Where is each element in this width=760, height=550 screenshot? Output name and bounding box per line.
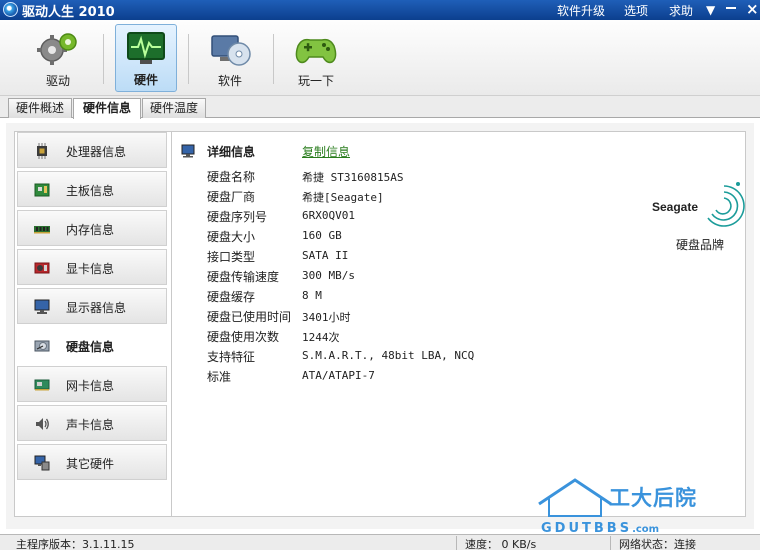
gears-icon — [37, 33, 77, 65]
menu-software-upgrade[interactable]: 软件升级 — [557, 2, 605, 19]
software-disc-icon — [211, 35, 251, 66]
detail-value: 1244次 — [302, 331, 340, 344]
detail-label: 硬盘缓存 — [207, 290, 256, 304]
sidebar-item-sound[interactable]: 声卡信息 — [17, 405, 167, 441]
display-icon — [34, 299, 50, 314]
detail-label: 硬盘传输速度 — [207, 270, 280, 284]
detail-label: 硬盘已使用时间 — [207, 310, 292, 324]
memory-icon — [34, 226, 50, 234]
detail-value: S.M.A.R.T., 48bit LBA, NCQ — [302, 349, 475, 362]
detail-label: 硬盘使用次数 — [207, 330, 280, 344]
detail-label: 硬盘大小 — [207, 230, 256, 244]
toolbar-driver-label: 驱动 — [45, 74, 70, 88]
status-divider — [456, 536, 457, 550]
status-bar: 主程序版本：3.1.11.15 速度： 0 KB/s 网络状态：连接 — [0, 534, 760, 550]
toolbar-software-label: 软件 — [217, 74, 242, 88]
tab-hardware-info[interactable]: 硬件信息 — [73, 98, 141, 119]
sidebar-item-label: 硬盘信息 — [66, 340, 115, 354]
minimize-icon[interactable] — [726, 7, 736, 9]
hard-disk-icon — [34, 340, 50, 352]
toolbar-software-button[interactable]: 软件 — [199, 24, 261, 92]
monitor-pulse-icon — [127, 32, 165, 64]
network-card-icon — [34, 379, 50, 391]
detail-panel: 详细信息 复制信息 硬盘名称 希捷 ST3160815AS 硬盘厂商 希捷[Se… — [172, 131, 746, 517]
status-version: 主程序版本：3.1.11.15 — [16, 538, 135, 550]
app-logo-icon — [3, 2, 18, 17]
toolbar-games-label: 玩一下 — [297, 74, 334, 88]
toolbar-driver-button[interactable]: 驱动 — [27, 24, 89, 92]
detail-label: 硬盘厂商 — [207, 190, 256, 204]
detail-label: 硬盘序列号 — [207, 210, 268, 224]
tab-hardware-temperature[interactable]: 硬件温度 — [142, 98, 206, 118]
detail-value: 160 GB — [302, 229, 342, 242]
dropdown-arrow-icon[interactable]: ▼ — [706, 3, 715, 17]
detail-title: 详细信息 — [207, 145, 256, 159]
sidebar-item-label: 显卡信息 — [66, 262, 115, 276]
detail-value: ATA/ATAPI-7 — [302, 369, 375, 382]
menu-options[interactable]: 选项 — [624, 2, 648, 19]
brand-caption: 硬盘品牌 — [676, 238, 725, 252]
main-content: 处理器信息 主板信息 内存信息 显卡信息 显示器信息 硬盘信息 网卡信息 声卡信… — [6, 123, 754, 529]
app-title: 驱动人生 2010 — [22, 5, 115, 20]
close-icon[interactable]: × — [746, 0, 759, 18]
detail-label: 支持特征 — [207, 350, 256, 364]
status-divider — [610, 536, 611, 550]
tab-hardware-overview[interactable]: 硬件概述 — [8, 98, 72, 118]
detail-value: 希捷 ST3160815AS — [302, 171, 404, 184]
detail-value: 8 M — [302, 289, 322, 302]
sidebar-item-cpu[interactable]: 处理器信息 — [17, 132, 167, 168]
toolbar-divider — [273, 34, 274, 84]
sidebar-item-label: 其它硬件 — [66, 457, 115, 471]
detail-value: SATA II — [302, 249, 349, 262]
seagate-logo-icon: Seagate — [652, 182, 745, 227]
main-toolbar: 驱动 硬件 软件 玩一下 — [0, 20, 760, 96]
computer-icon — [181, 144, 195, 158]
sidebar-item-memory[interactable]: 内存信息 — [17, 210, 167, 246]
toolbar-hardware-button[interactable]: 硬件 — [115, 24, 177, 92]
toolbar-hardware-label: 硬件 — [133, 73, 158, 87]
cpu-icon — [37, 143, 47, 159]
sidebar-item-graphics[interactable]: 显卡信息 — [17, 249, 167, 285]
toolbar-divider — [103, 34, 104, 84]
status-network: 网络状态：连接 — [619, 538, 696, 550]
toolbar-divider — [188, 34, 189, 84]
speaker-icon — [36, 418, 49, 430]
detail-value: 300 MB/s — [302, 269, 355, 282]
detail-value: 希捷[Seagate] — [302, 191, 384, 204]
title-bar[interactable]: 驱动人生 2010 软件升级 选项 求助 ▼ × — [0, 0, 760, 20]
sidebar-item-other[interactable]: 其它硬件 — [17, 444, 167, 480]
gamepad-icon — [295, 38, 337, 64]
brand-logo: Seagate — [650, 178, 746, 234]
sidebar-item-label: 处理器信息 — [66, 145, 127, 159]
detail-label: 硬盘名称 — [207, 170, 256, 184]
sidebar-item-network[interactable]: 网卡信息 — [17, 366, 167, 402]
sidebar-item-motherboard[interactable]: 主板信息 — [17, 171, 167, 207]
hardware-category-list: 处理器信息 主板信息 内存信息 显卡信息 显示器信息 硬盘信息 网卡信息 声卡信… — [14, 131, 172, 517]
sidebar-item-label: 网卡信息 — [66, 379, 115, 393]
sidebar-item-hard-disk[interactable]: 硬盘信息 — [17, 327, 167, 363]
detail-label: 接口类型 — [207, 250, 256, 264]
sidebar-item-label: 声卡信息 — [66, 418, 115, 432]
sidebar-item-label: 显示器信息 — [66, 301, 127, 315]
menu-help[interactable]: 求助 — [669, 2, 693, 19]
copy-info-link[interactable]: 复制信息 — [302, 143, 350, 160]
sidebar-item-label: 主板信息 — [66, 184, 115, 198]
detail-label: 标准 — [207, 370, 232, 384]
graphics-card-icon — [34, 262, 50, 274]
detail-value: 6RX0QV01 — [302, 209, 355, 222]
other-hardware-icon — [34, 455, 50, 471]
status-speed: 速度： 0 KB/s — [465, 538, 537, 550]
detail-value: 3401小时 — [302, 311, 351, 324]
toolbar-games-button[interactable]: 玩一下 — [285, 24, 347, 92]
sidebar-item-label: 内存信息 — [66, 223, 115, 237]
sub-tab-bar: 硬件概述 硬件信息 硬件温度 — [0, 96, 760, 119]
motherboard-icon — [34, 183, 50, 197]
brand-logo-text: Seagate — [652, 200, 698, 214]
sidebar-item-display[interactable]: 显示器信息 — [17, 288, 167, 324]
